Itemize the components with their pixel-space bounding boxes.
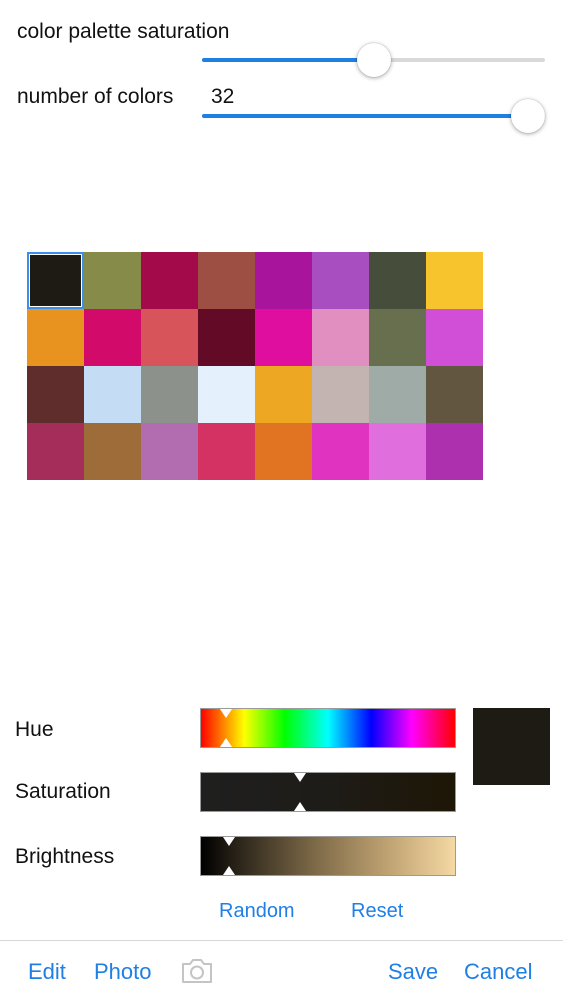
hue-marker-bottom bbox=[220, 738, 232, 747]
palette-swatch[interactable] bbox=[426, 423, 483, 480]
number-of-colors-thumb[interactable] bbox=[511, 99, 545, 133]
bottom-toolbar: Edit Photo Save Cancel bbox=[0, 940, 563, 1001]
palette-swatch[interactable] bbox=[141, 252, 198, 309]
palette-swatch[interactable] bbox=[84, 423, 141, 480]
number-of-colors-value: 32 bbox=[211, 85, 235, 108]
palette-swatch[interactable] bbox=[27, 366, 84, 423]
brightness-marker-top bbox=[223, 837, 235, 846]
palette-swatch[interactable] bbox=[312, 366, 369, 423]
palette-swatch[interactable] bbox=[255, 423, 312, 480]
palette-saturation-label: color palette saturation bbox=[17, 20, 230, 43]
save-button[interactable]: Save bbox=[388, 959, 438, 985]
reset-button[interactable]: Reset bbox=[351, 900, 403, 923]
number-of-colors-slider[interactable] bbox=[202, 114, 545, 118]
palette-swatch[interactable] bbox=[27, 423, 84, 480]
saturation-slider[interactable] bbox=[200, 772, 456, 812]
palette-swatch[interactable] bbox=[141, 366, 198, 423]
palette-swatch[interactable] bbox=[27, 252, 84, 309]
palette-swatch[interactable] bbox=[198, 366, 255, 423]
palette-swatch[interactable] bbox=[255, 309, 312, 366]
palette-swatch[interactable] bbox=[369, 366, 426, 423]
palette-swatch[interactable] bbox=[198, 423, 255, 480]
brightness-marker-bottom bbox=[223, 866, 235, 875]
random-button[interactable]: Random bbox=[219, 900, 295, 923]
palette-swatch[interactable] bbox=[312, 423, 369, 480]
saturation-marker-top bbox=[294, 773, 306, 782]
palette-saturation-fill bbox=[202, 58, 374, 62]
palette-swatch[interactable] bbox=[141, 309, 198, 366]
number-of-colors-fill bbox=[202, 114, 545, 118]
saturation-label: Saturation bbox=[15, 780, 111, 803]
palette-swatch[interactable] bbox=[312, 252, 369, 309]
hue-label: Hue bbox=[15, 718, 54, 741]
hue-marker-top bbox=[220, 709, 232, 718]
palette-swatch[interactable] bbox=[198, 309, 255, 366]
palette-swatch[interactable] bbox=[84, 366, 141, 423]
palette-swatch[interactable] bbox=[369, 252, 426, 309]
palette-swatch[interactable] bbox=[84, 309, 141, 366]
palette-swatch[interactable] bbox=[84, 252, 141, 309]
color-preview-swatch bbox=[473, 708, 550, 785]
photo-button[interactable]: Photo bbox=[94, 959, 152, 985]
number-of-colors-label: number of colors bbox=[17, 85, 174, 108]
palette-swatch[interactable] bbox=[312, 309, 369, 366]
palette-swatch[interactable] bbox=[198, 252, 255, 309]
palette-saturation-thumb[interactable] bbox=[357, 43, 391, 77]
saturation-marker-bottom bbox=[294, 802, 306, 811]
palette-swatch[interactable] bbox=[255, 252, 312, 309]
brightness-slider[interactable] bbox=[200, 836, 456, 876]
palette-swatch[interactable] bbox=[255, 366, 312, 423]
palette-swatch[interactable] bbox=[426, 252, 483, 309]
color-palette-grid bbox=[27, 252, 483, 480]
brightness-label: Brightness bbox=[15, 845, 115, 868]
edit-button[interactable]: Edit bbox=[28, 959, 66, 985]
hue-slider[interactable] bbox=[200, 708, 456, 748]
palette-swatch[interactable] bbox=[27, 309, 84, 366]
palette-swatch[interactable] bbox=[426, 309, 483, 366]
palette-swatch[interactable] bbox=[426, 366, 483, 423]
camera-icon[interactable] bbox=[180, 958, 214, 984]
palette-swatch[interactable] bbox=[369, 423, 426, 480]
palette-swatch[interactable] bbox=[369, 309, 426, 366]
cancel-button[interactable]: Cancel bbox=[464, 959, 532, 985]
palette-swatch[interactable] bbox=[141, 423, 198, 480]
